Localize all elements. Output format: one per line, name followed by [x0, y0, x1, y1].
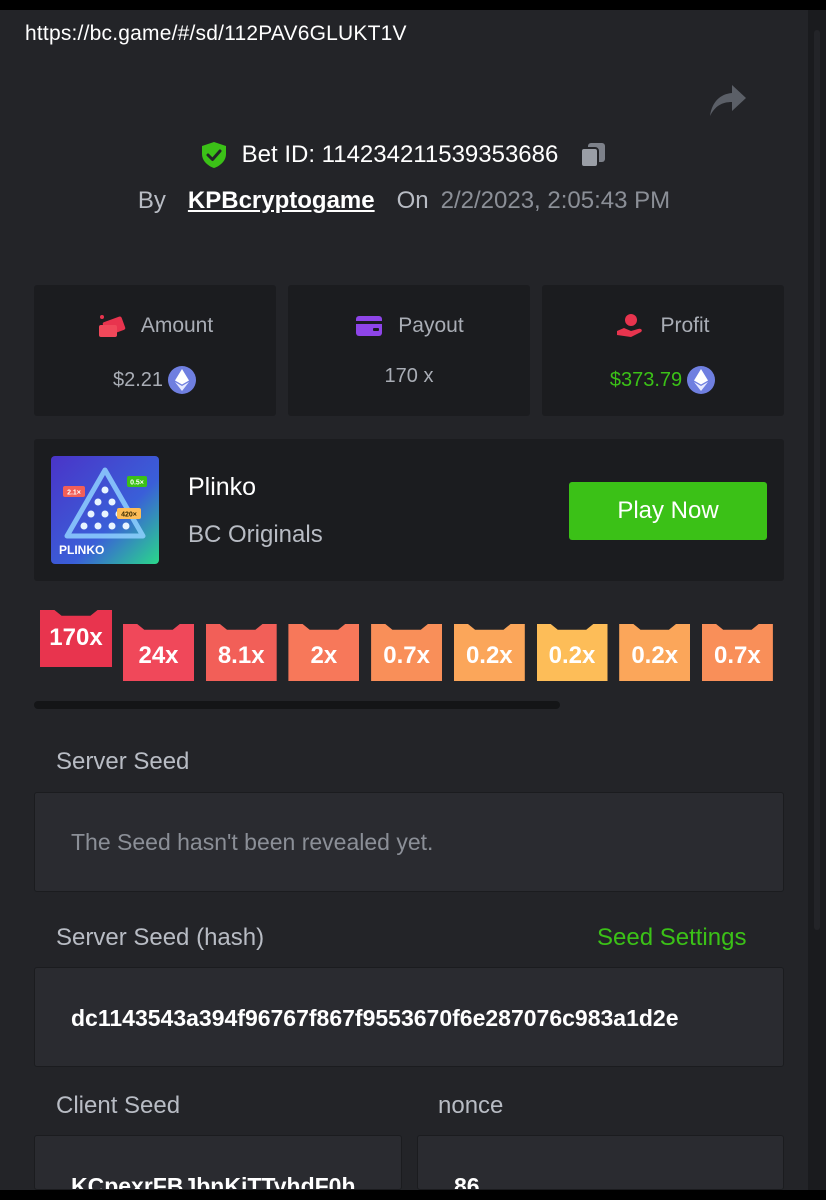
nonce-value: 86 — [454, 1173, 480, 1190]
bet-id: Bet ID: 114234211539353686 — [241, 141, 559, 168]
multiplier-chip: 0.2x — [536, 624, 608, 681]
page-url: https://bc.game/#/sd/112PAV6GLUKT1V — [25, 22, 407, 45]
multiplier-chip: 24x — [123, 624, 194, 681]
client-seed-label: Client Seed — [56, 1092, 181, 1119]
server-seed-box[interactable]: The Seed hasn't been revealed yet. — [34, 792, 784, 892]
client-seed-box[interactable]: KCpexrFBJbnKjTTyhdF0h — [34, 1135, 402, 1190]
by-label: By — [137, 187, 166, 214]
bet-author-row: By KPBcryptogame On 2/2/2023, 2:05:43 PM — [0, 187, 808, 215]
game-name[interactable]: Plinko — [188, 473, 256, 502]
nonce-label: nonce — [438, 1092, 504, 1119]
seed-settings-link[interactable]: Seed Settings — [597, 924, 746, 952]
multiplier-chip: 8.1x — [205, 624, 277, 681]
server-seed-value: The Seed hasn't been revealed yet. — [71, 829, 434, 855]
game-card: 2.1× 0.5× 420× PLINKO Plinko BC Original… — [34, 439, 784, 581]
scrollbar-thumb[interactable] — [814, 30, 820, 930]
multiplier-chip: 0.2x — [619, 624, 691, 681]
multiplier-chip: 170x — [40, 610, 112, 667]
multiplier-chip: 0.7x — [371, 624, 443, 681]
thumb-badge: 0.5× — [130, 480, 144, 487]
bottom-strip — [0, 1190, 826, 1200]
plinko-thumbnail[interactable]: 2.1× 0.5× 420× PLINKO — [51, 456, 159, 564]
eth-icon — [168, 366, 197, 394]
bet-date: 2/2/2023, 2:05:43 PM — [440, 187, 671, 214]
server-seed-hash-box[interactable]: dc1143543a394f96767f867f9553670f6e287076… — [34, 967, 784, 1067]
share-icon[interactable] — [706, 80, 748, 120]
wallet-icon — [356, 316, 383, 336]
verified-shield-icon — [201, 142, 226, 168]
horizontal-scrollbar[interactable] — [34, 701, 560, 709]
server-seed-hash-value: dc1143543a394f96767f867f9553670f6e287076… — [71, 1005, 679, 1031]
copy-icon[interactable] — [578, 140, 608, 170]
amount-value: $2.21 — [112, 368, 164, 391]
payout-title: Payout — [398, 314, 464, 337]
on-label: On — [396, 187, 429, 214]
profit-title: Profit — [660, 314, 710, 337]
multiplier-chip: 0.2x — [453, 624, 525, 681]
nonce-box[interactable]: 86 — [417, 1135, 784, 1190]
bet-id-row: Bet ID: 114234211539353686 — [0, 140, 808, 170]
eth-icon — [687, 366, 716, 394]
top-strip — [0, 0, 826, 10]
vertical-scrollbar[interactable] — [808, 10, 826, 1190]
payout-card: Payout 170 x — [288, 285, 530, 416]
user-link[interactable]: KPBcryptogame — [188, 187, 375, 215]
multiplier-chip: 2x — [288, 624, 360, 681]
payout-value: 170 x — [384, 365, 434, 387]
client-seed-value: KCpexrFBJbnKjTTyhdF0h — [71, 1173, 356, 1190]
thumb-badge: 2.1× — [67, 490, 81, 497]
amount-title: Amount — [140, 314, 214, 337]
play-now-button[interactable]: Play Now — [569, 482, 767, 540]
amount-card: Amount $2.21 — [34, 285, 276, 416]
multiplier-chip: 0.7x — [701, 624, 773, 681]
thumb-badge: 420× — [121, 512, 137, 519]
profit-card: Profit $373.79 — [542, 285, 784, 416]
server-seed-label: Server Seed — [56, 748, 190, 775]
profit-icon — [617, 314, 643, 337]
server-seed-hash-label: Server Seed (hash) — [56, 924, 265, 951]
amount-icon — [98, 315, 126, 337]
profit-value: $373.79 — [609, 368, 683, 391]
game-provider: BC Originals — [188, 521, 323, 548]
multiplier-row[interactable]: 170x 24x 8.1x 2x 0.7x 0.2x 0.2x 0.2x 0.7x — [0, 600, 785, 690]
thumb-text: PLINKO — [59, 543, 104, 557]
